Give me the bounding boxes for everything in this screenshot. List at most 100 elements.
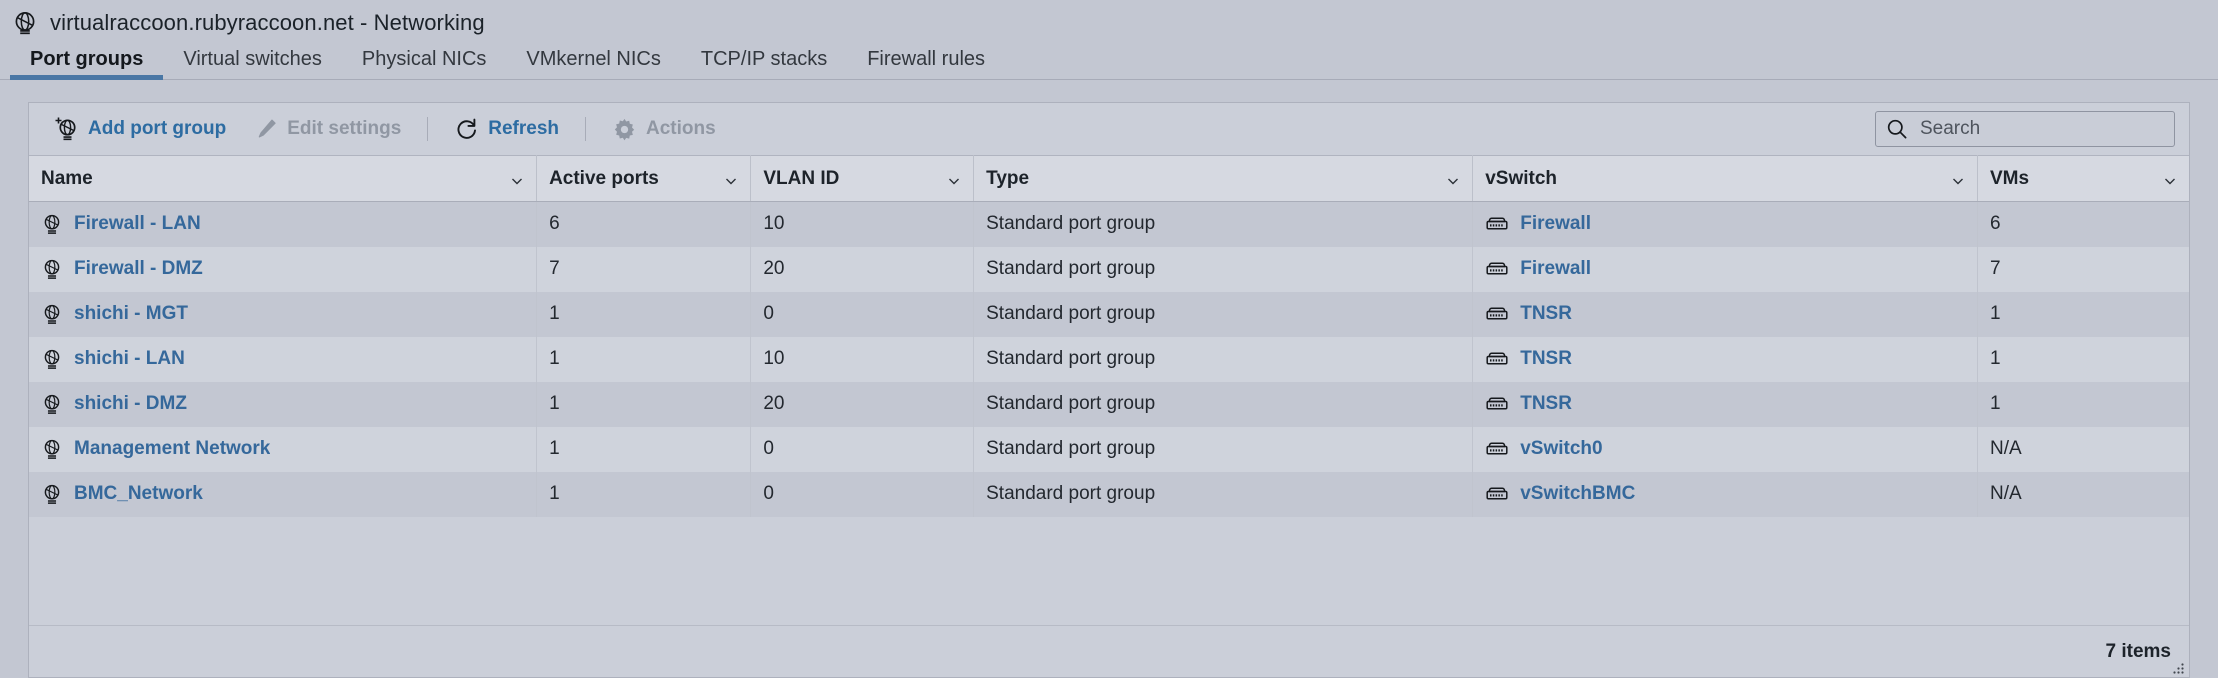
column-header-active-ports-label: Active ports [549, 167, 659, 189]
cell-name[interactable]: Management Network [29, 426, 538, 472]
port-groups-panel: Add port group Edit settings Refresh Act… [28, 102, 2190, 678]
toolbar-divider [427, 117, 429, 141]
table-row[interactable]: shichi - MGT 1 0 Standard port group TNSR 1 [29, 291, 2189, 337]
vswitch-link[interactable]: TNSR [1485, 393, 1965, 415]
cell-name[interactable]: shichi - MGT [29, 291, 538, 337]
add-port-group-label: Add port group [88, 118, 227, 139]
app-header: virtualraccoon.rubyraccoon.net - Network… [0, 0, 2218, 38]
cell-vms: 7 [1977, 246, 2189, 292]
port-group-link[interactable]: Firewall - LAN [41, 213, 524, 235]
chevron-down-icon[interactable] [947, 172, 961, 186]
tab-virtual-switches[interactable]: Virtual switches [163, 49, 342, 79]
port-group-link[interactable]: BMC_Network [41, 483, 524, 505]
column-header-name[interactable]: Name [29, 155, 538, 202]
cell-vlan-id: 0 [750, 426, 975, 472]
port-group-icon [41, 258, 63, 280]
tab-tcpip-stacks[interactable]: TCP/IP stacks [681, 49, 847, 79]
tab-vmkernel-nics[interactable]: VMkernel NICs [506, 49, 680, 79]
table-row[interactable]: Management Network 1 0 Standard port group v… [29, 426, 2189, 472]
cell-vswitch[interactable]: vSwitch0 [1472, 426, 1978, 472]
tab-physical-nics[interactable]: Physical NICs [342, 49, 506, 79]
resize-grip-icon[interactable] [2171, 660, 2185, 674]
port-group-name: BMC_Network [74, 483, 203, 504]
cell-name[interactable]: Firewall - DMZ [29, 246, 538, 292]
vswitch-link[interactable]: Firewall [1485, 258, 1965, 280]
cell-name[interactable]: shichi - LAN [29, 336, 538, 382]
cell-vlan-id: 0 [750, 291, 975, 337]
cell-name[interactable]: shichi - DMZ [29, 381, 538, 427]
edit-settings-button[interactable]: Edit settings [240, 117, 415, 141]
cell-type: Standard port group [973, 471, 1474, 517]
port-groups-table-container: Name Active ports VLAN ID Type vSwitch V… [29, 155, 2189, 625]
edit-settings-label: Edit settings [287, 118, 402, 139]
port-group-icon [41, 393, 63, 415]
vswitch-name: TNSR [1520, 393, 1572, 414]
vswitch-link[interactable]: TNSR [1485, 348, 1965, 370]
column-header-active-ports[interactable]: Active ports [536, 155, 752, 202]
tab-port-groups[interactable]: Port groups [10, 49, 164, 80]
port-group-link[interactable]: shichi - MGT [41, 303, 524, 325]
vswitch-name: TNSR [1520, 303, 1572, 324]
port-group-icon [41, 213, 63, 235]
cell-active-ports: 1 [536, 426, 752, 472]
cell-active-ports: 1 [536, 471, 752, 517]
chevron-down-icon[interactable] [724, 172, 738, 186]
cell-vlan-id: 20 [750, 381, 975, 427]
cell-vswitch[interactable]: TNSR [1472, 336, 1978, 382]
chevron-down-icon[interactable] [510, 172, 524, 186]
search-input[interactable] [1918, 117, 2164, 141]
actions-button[interactable]: Actions [598, 117, 730, 142]
column-header-vswitch[interactable]: vSwitch [1472, 155, 1978, 202]
cell-active-ports: 6 [536, 201, 752, 247]
cell-vswitch[interactable]: TNSR [1472, 381, 1978, 427]
vswitch-link[interactable]: vSwitch0 [1485, 438, 1965, 460]
table-row[interactable]: Firewall - LAN 6 10 Standard port group Fire… [29, 201, 2189, 247]
cell-vms: 1 [1977, 336, 2189, 382]
tab-firewall-rules[interactable]: Firewall rules [847, 49, 1005, 79]
cell-type: Standard port group [973, 426, 1474, 472]
vswitch-name: vSwitchBMC [1520, 483, 1636, 504]
port-group-link[interactable]: shichi - LAN [41, 348, 524, 370]
cell-vms: 1 [1977, 291, 2189, 337]
vswitch-link[interactable]: Firewall [1485, 213, 1965, 235]
cell-vswitch[interactable]: TNSR [1472, 291, 1978, 337]
cell-active-ports: 1 [536, 291, 752, 337]
vswitch-icon [1485, 350, 1509, 369]
item-count-label: 7 items [2105, 640, 2171, 662]
vswitch-icon [1485, 215, 1509, 234]
chevron-down-icon[interactable] [2163, 172, 2177, 186]
vswitch-link[interactable]: TNSR [1485, 303, 1965, 325]
port-group-link[interactable]: Management Network [41, 438, 524, 460]
table-header-row: Name Active ports VLAN ID Type vSwitch V… [29, 155, 2189, 202]
table-row[interactable]: shichi - DMZ 1 20 Standard port group TNSR 1 [29, 381, 2189, 427]
port-group-link[interactable]: Firewall - DMZ [41, 258, 524, 280]
refresh-button[interactable]: Refresh [440, 117, 573, 142]
add-port-group-button[interactable]: Add port group [39, 116, 240, 142]
port-group-name: Firewall - LAN [74, 213, 201, 235]
refresh-label: Refresh [488, 118, 560, 139]
cell-vlan-id: 0 [750, 471, 975, 517]
vswitch-link[interactable]: vSwitchBMC [1485, 483, 1965, 505]
chevron-down-icon[interactable] [1446, 172, 1460, 186]
table-row[interactable]: Firewall - DMZ 7 20 Standard port group Fire… [29, 246, 2189, 292]
content-area: Add port group Edit settings Refresh Act… [0, 80, 2218, 678]
cell-vswitch[interactable]: Firewall [1472, 201, 1978, 247]
cell-type: Standard port group [973, 291, 1474, 337]
cell-name[interactable]: Firewall - LAN [29, 201, 538, 247]
column-header-vlan-id-label: VLAN ID [763, 167, 840, 189]
gear-icon [612, 117, 637, 142]
cell-vswitch[interactable]: vSwitchBMC [1472, 471, 1978, 517]
toolbar-divider-2 [585, 117, 587, 141]
search-box[interactable] [1875, 111, 2175, 147]
cell-vswitch[interactable]: Firewall [1472, 246, 1978, 292]
cell-name[interactable]: BMC_Network [29, 471, 538, 517]
port-group-link[interactable]: shichi - DMZ [41, 393, 524, 415]
table-row[interactable]: BMC_Network 1 0 Standard port group vSwitchB… [29, 471, 2189, 517]
cell-vlan-id: 20 [750, 246, 975, 292]
port-group-icon [41, 303, 63, 325]
table-row[interactable]: shichi - LAN 1 10 Standard port group TNSR 1 [29, 336, 2189, 382]
column-header-vlan-id[interactable]: VLAN ID [750, 155, 975, 202]
column-header-type[interactable]: Type [973, 155, 1474, 202]
column-header-vms[interactable]: VMs [1977, 155, 2189, 202]
chevron-down-icon[interactable] [1951, 172, 1965, 186]
